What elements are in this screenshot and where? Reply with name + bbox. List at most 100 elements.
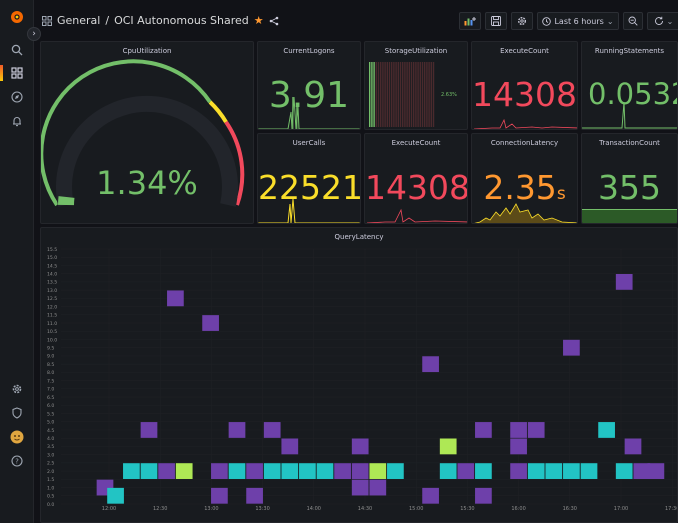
heatmap-cell[interactable] [263, 422, 281, 438]
heatmap-cell[interactable] [624, 438, 642, 455]
x-tick-label: 17:00 [614, 506, 628, 512]
heatmap-cell[interactable] [527, 463, 545, 479]
heatmap-cell[interactable] [351, 438, 369, 455]
panel-storage-utilization[interactable]: StorageUtilization 2.63% [364, 41, 468, 130]
heatmap-cell[interactable] [316, 463, 334, 479]
heatmap-cell[interactable] [158, 463, 175, 479]
heatmap-cell[interactable] [175, 463, 193, 479]
dashboard-title[interactable]: OCI Autonomous Shared [114, 14, 249, 27]
search-icon[interactable] [9, 42, 25, 58]
heatmap-cell[interactable] [123, 463, 140, 479]
heatmap-cell[interactable] [211, 463, 228, 479]
panel-current-logons[interactable]: CurrentLogons 3.91 [257, 41, 361, 130]
svg-text:?: ? [15, 458, 19, 466]
heatmap-cell[interactable] [439, 463, 457, 479]
heatmap-cell[interactable] [527, 422, 545, 438]
heatmap-cell[interactable] [475, 422, 492, 438]
heatmap-cell[interactable] [263, 463, 281, 479]
refresh-button[interactable]: ⌄ [647, 12, 678, 30]
heatmap-cell[interactable] [369, 479, 387, 496]
heatmap-cell[interactable] [299, 463, 316, 479]
y-tick-label: 8.5 [47, 362, 54, 368]
heatmap-cell[interactable] [457, 463, 475, 479]
breadcrumb-folder[interactable]: General [57, 14, 100, 27]
heatmap-cell[interactable] [351, 463, 369, 479]
grafana-logo-icon[interactable] [9, 9, 25, 25]
share-icon[interactable] [269, 16, 279, 26]
heatmap-cell[interactable] [140, 463, 158, 479]
dashboards-icon[interactable] [9, 65, 25, 81]
heatmap-cell[interactable] [387, 463, 404, 479]
x-tick-label: 14:00 [307, 506, 321, 512]
heatmap-cell[interactable] [246, 463, 263, 479]
heatmap-cell[interactable] [545, 463, 563, 479]
panel-query-latency[interactable]: QueryLatency 0.0 0.5 1.0 1.5 2.0 2.5 3.0 3.5 4.0… [40, 227, 678, 523]
heatmap-cell[interactable] [580, 463, 598, 479]
panel-cpu-utilization[interactable]: CpuUtilization 1.34% [40, 41, 254, 224]
heatmap-cell[interactable] [211, 487, 228, 504]
save-icon [491, 16, 501, 26]
panel-transaction-count[interactable]: TransactionCount 355 [581, 133, 678, 224]
compass-icon[interactable] [9, 89, 25, 105]
sidebar-expand-button[interactable]: › [27, 27, 41, 41]
heatmap-cell[interactable] [334, 463, 351, 479]
user-calls-sparkline [258, 198, 360, 223]
heatmap-cell[interactable] [510, 422, 527, 438]
heatmap-cell[interactable] [202, 315, 219, 331]
heatmap-cell[interactable] [228, 422, 246, 438]
save-dashboard-button[interactable] [485, 12, 507, 30]
transaction-count-area [582, 209, 677, 223]
zoom-out-button[interactable] [623, 12, 643, 30]
heatmap-cell[interactable] [228, 463, 246, 479]
y-tick-label: 14.5 [47, 263, 57, 269]
panel-execute-count[interactable]: ExecuteCount 14308 [471, 41, 578, 130]
heatmap-cell[interactable] [510, 438, 527, 455]
y-tick-label: 4.5 [47, 428, 54, 434]
panel-user-calls[interactable]: UserCalls 22521 [257, 133, 361, 224]
heatmap-cell[interactable] [598, 422, 615, 438]
heatmap-cell[interactable] [563, 463, 580, 479]
bell-icon[interactable] [9, 113, 25, 129]
panel-execute-count-2[interactable]: ExecuteCount 14308 [364, 133, 468, 224]
y-tick-label: 1.0 [47, 485, 54, 491]
add-panel-button[interactable] [459, 12, 481, 30]
clock-icon [542, 16, 552, 26]
heatmap-cell[interactable] [510, 463, 527, 479]
heatmap-cell[interactable] [281, 438, 299, 455]
connection-latency-sparkline [474, 203, 577, 223]
heatmap-cell[interactable] [281, 463, 299, 479]
storage-bar-segment [417, 62, 419, 127]
heatmap-cell[interactable] [422, 356, 439, 373]
y-tick-label: 12.0 [47, 304, 57, 310]
heatmap-cell[interactable] [615, 274, 633, 290]
star-icon[interactable]: ★ [254, 14, 264, 27]
heatmap-cell[interactable] [422, 487, 439, 504]
heatmap-cell[interactable] [439, 438, 457, 455]
heatmap-cell[interactable] [140, 422, 158, 438]
y-tick-label: 9.0 [47, 354, 54, 360]
execute-count-2-sparkline [366, 208, 467, 223]
storage-bar-segment [382, 62, 384, 127]
time-range-picker[interactable]: Last 6 hours ⌄ [537, 12, 619, 30]
dashboard-settings-button[interactable] [511, 12, 533, 30]
heatmap-cell[interactable] [369, 463, 387, 479]
shield-icon[interactable] [9, 405, 25, 421]
avatar-icon[interactable] [9, 429, 25, 445]
help-icon[interactable]: ? [9, 453, 25, 469]
x-tick-label: 13:00 [204, 506, 218, 512]
heatmap-cell[interactable] [647, 463, 665, 479]
y-tick-label: 13.5 [47, 280, 57, 286]
heatmap-cell[interactable] [351, 479, 369, 496]
heatmap-cell[interactable] [475, 487, 492, 504]
heatmap-cell[interactable] [563, 339, 580, 356]
x-tick-label: 12:30 [153, 506, 167, 512]
x-tick-label: 15:30 [460, 506, 474, 512]
heatmap-cell[interactable] [167, 290, 184, 307]
gear-icon[interactable] [9, 381, 25, 397]
heatmap-cell[interactable] [475, 463, 492, 479]
panel-running-statements[interactable]: RunningStatements 0.0532 [581, 41, 678, 130]
heatmap-cell[interactable] [615, 463, 633, 479]
heatmap-cell[interactable] [246, 487, 263, 504]
heatmap-cell[interactable] [107, 487, 124, 504]
panel-connection-latency[interactable]: ConnectionLatency 2.35s [471, 133, 578, 224]
